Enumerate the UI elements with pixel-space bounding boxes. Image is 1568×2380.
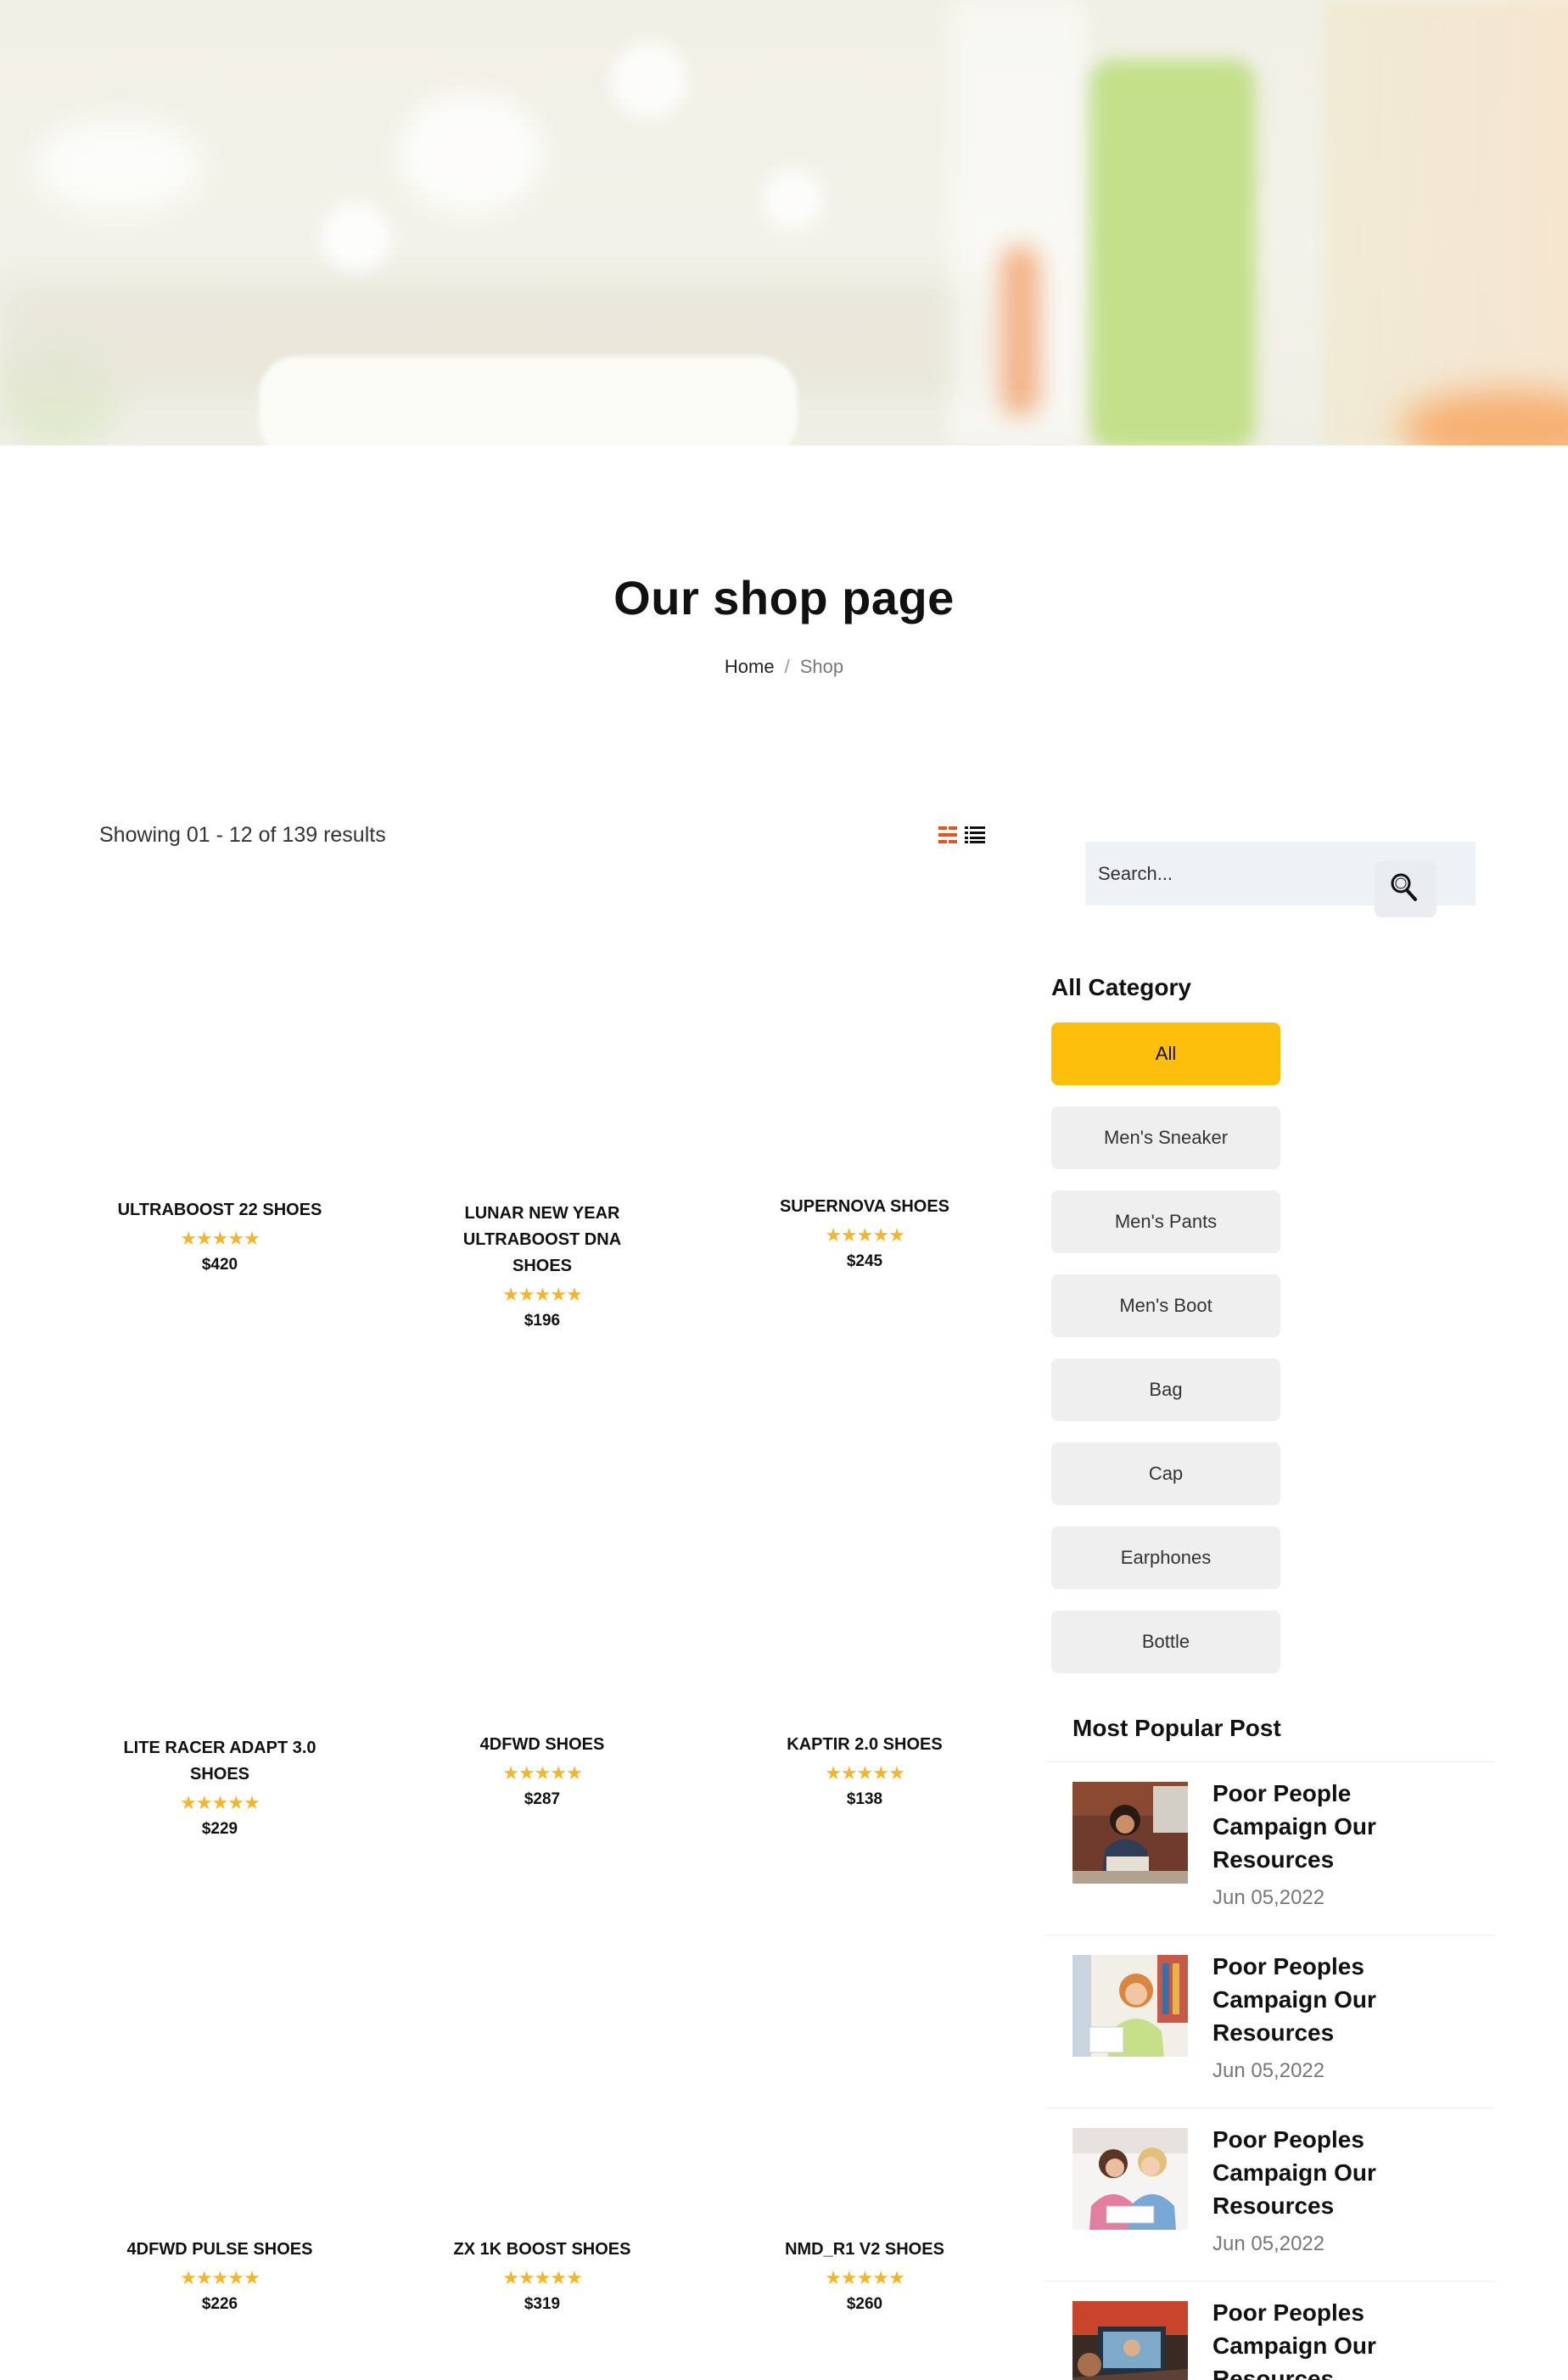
- post-title[interactable]: Poor Peoples Campaign Our Resources: [1212, 2123, 1433, 2222]
- product-price: $138: [846, 1790, 883, 1808]
- category-button-bottle[interactable]: Bottle: [1051, 1610, 1280, 1673]
- result-count: Showing 01 - 12 of 139 results: [99, 823, 386, 847]
- post-date: Jun 05,2022: [1212, 1886, 1325, 1909]
- product-card[interactable]: SUPERNOVA SHOES ★★★★★ $245: [737, 1194, 992, 1273]
- product-card[interactable]: 4DFWD PULSE SHOES ★★★★★ $226: [92, 2237, 347, 2316]
- popular-post-title: Most Popular Post: [1072, 1715, 1281, 1741]
- category-button-mens-boot[interactable]: Men's Boot: [1051, 1274, 1280, 1337]
- grid-view-icon[interactable]: [938, 826, 957, 843]
- list-view-icon[interactable]: [965, 826, 985, 843]
- post-title[interactable]: Poor Peoples Campaign Our Resources: [1212, 1950, 1433, 2049]
- search-button[interactable]: [1375, 861, 1436, 917]
- product-name[interactable]: LITE RACER ADAPT 3.0 SHOES: [92, 1735, 347, 1788]
- rating-stars: ★★★★★: [180, 2267, 260, 2288]
- divider: [1044, 2281, 1494, 2282]
- product-card[interactable]: ZX 1K BOOST SHOES ★★★★★ $319: [415, 2237, 669, 2316]
- product-price: $226: [201, 2295, 238, 2313]
- popular-post-item[interactable]: Poor Peoples Campaign Our Resources Jun …: [1072, 2111, 1480, 2255]
- breadcrumb-separator: /: [784, 656, 790, 677]
- category-button-bag[interactable]: Bag: [1051, 1358, 1280, 1421]
- category-button-mens-sneaker[interactable]: Men's Sneaker: [1051, 1106, 1280, 1169]
- category-button-all[interactable]: All: [1051, 1022, 1280, 1085]
- category-title: All Category: [1051, 974, 1191, 1000]
- product-name[interactable]: SUPERNOVA SHOES: [737, 1194, 992, 1220]
- breadcrumb-home-link[interactable]: Home: [725, 656, 775, 677]
- product-price: $260: [846, 2295, 883, 2313]
- product-name[interactable]: NMD_R1 V2 SHOES: [737, 2237, 992, 2263]
- product-card[interactable]: NMD_R1 V2 SHOES ★★★★★ $260: [737, 2237, 992, 2316]
- product-name[interactable]: 4DFWD PULSE SHOES: [92, 2237, 347, 2263]
- product-name[interactable]: 4DFWD SHOES: [415, 1732, 669, 1758]
- rating-stars: ★★★★★: [502, 1762, 583, 1784]
- post-thumbnail[interactable]: [1072, 2128, 1188, 2230]
- search-icon: [1391, 873, 1417, 901]
- post-thumbnail[interactable]: [1072, 1955, 1188, 2057]
- hero-banner: [0, 0, 1568, 445]
- product-price: $287: [524, 1790, 561, 1808]
- category-button-cap[interactable]: Cap: [1051, 1442, 1280, 1505]
- post-title[interactable]: Poor Peoples Campaign Our Resources: [1212, 2296, 1433, 2380]
- product-name[interactable]: LUNAR NEW YEAR ULTRABOOST DNA SHOES: [415, 1201, 669, 1280]
- popular-post-item[interactable]: Poor People Campaign Our Resources Jun 0…: [1072, 1765, 1480, 1909]
- rating-stars: ★★★★★: [180, 1228, 260, 1249]
- product-card[interactable]: LUNAR NEW YEAR ULTRABOOST DNA SHOES ★★★★…: [415, 1201, 669, 1332]
- product-price: $319: [524, 2295, 561, 2313]
- product-price: $196: [524, 1312, 561, 1330]
- product-name[interactable]: ZX 1K BOOST SHOES: [415, 2237, 669, 2263]
- page-title: Our shop page: [613, 571, 955, 624]
- category-button-earphones[interactable]: Earphones: [1051, 1526, 1280, 1589]
- search-input[interactable]: [1098, 842, 1378, 905]
- rating-stars: ★★★★★: [825, 2267, 905, 2288]
- product-price: $229: [201, 1820, 238, 1838]
- product-card[interactable]: ULTRABOOST 22 SHOES ★★★★★ $420: [92, 1197, 347, 1276]
- post-thumbnail[interactable]: [1072, 1782, 1188, 1884]
- post-title[interactable]: Poor People Campaign Our Resources: [1212, 1777, 1433, 1876]
- popular-post-item[interactable]: Poor Peoples Campaign Our Resources: [1072, 2284, 1480, 2380]
- product-price: $420: [201, 1256, 238, 1274]
- rating-stars: ★★★★★: [825, 1224, 905, 1246]
- product-card[interactable]: LITE RACER ADAPT 3.0 SHOES ★★★★★ $229: [92, 1735, 347, 1840]
- product-name[interactable]: ULTRABOOST 22 SHOES: [92, 1197, 347, 1224]
- product-name[interactable]: KAPTIR 2.0 SHOES: [737, 1732, 992, 1758]
- breadcrumb-current: Shop: [799, 656, 844, 677]
- post-thumbnail[interactable]: [1072, 2301, 1188, 2380]
- divider: [1044, 1761, 1494, 1762]
- post-date: Jun 05,2022: [1212, 2059, 1325, 2082]
- post-date: Jun 05,2022: [1212, 2232, 1325, 2255]
- product-card[interactable]: 4DFWD SHOES ★★★★★ $287: [415, 1732, 669, 1811]
- rating-stars: ★★★★★: [180, 1792, 260, 1813]
- category-button-mens-pants[interactable]: Men's Pants: [1051, 1190, 1280, 1253]
- rating-stars: ★★★★★: [502, 2267, 583, 2288]
- rating-stars: ★★★★★: [502, 1284, 583, 1305]
- product-card[interactable]: KAPTIR 2.0 SHOES ★★★★★ $138: [737, 1732, 992, 1811]
- rating-stars: ★★★★★: [825, 1762, 905, 1784]
- product-price: $245: [846, 1252, 883, 1270]
- breadcrumb: Home / Shop: [0, 656, 1568, 678]
- popular-post-item[interactable]: Poor Peoples Campaign Our Resources Jun …: [1072, 1938, 1480, 2082]
